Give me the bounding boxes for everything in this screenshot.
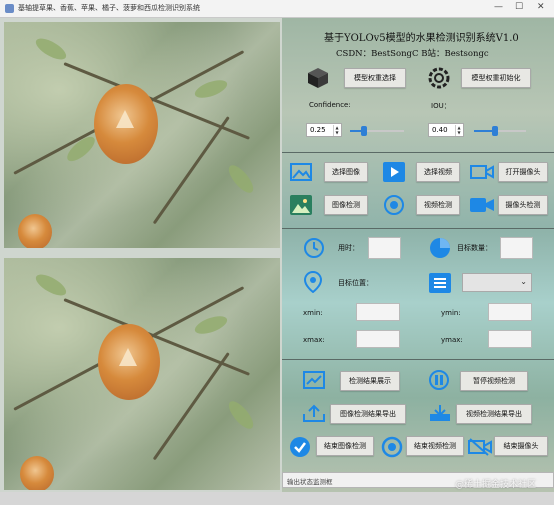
init-weight-button[interactable]: 模型权重初始化 [461,68,531,88]
status-placeholder: 输出状态监测框 [287,478,333,486]
iou-slider[interactable] [474,126,526,136]
xmin-field [356,303,400,321]
pause-icon [428,369,450,391]
play-icon [383,161,405,183]
image-detect-button[interactable]: 图像检测 [324,195,368,215]
confidence-spinbox[interactable]: 0.25 ▲ ▼ [306,123,342,137]
show-results-button[interactable]: 检测结果展示 [340,371,400,391]
gear-icon [428,67,450,89]
minimize-button[interactable]: — [494,2,503,12]
list-icon [428,272,452,294]
page-title: 基于YOLOv5模型的水果检测识别系统V1.0 [324,33,519,44]
video-detect-icon [383,194,405,216]
chart-icon [302,370,326,390]
open-camera-button[interactable]: 打开摄像头 [498,162,548,182]
watermark: @稀土掘金技术社区 [454,480,536,490]
ymin-field [488,303,532,321]
select-weight-button[interactable]: 模型权重选择 [344,68,406,88]
iou-spinbox[interactable]: 0.40 ▲ ▼ [428,123,464,137]
check-icon [288,435,312,459]
fruit [20,456,54,490]
end-video-button[interactable]: 结束视频检测 [406,436,464,456]
download-icon [428,403,452,423]
fruit [98,324,160,400]
maximize-button[interactable]: ☐ [515,2,523,12]
image-icon [290,162,312,182]
divider [282,152,554,153]
position-label: 目标位置： [338,279,373,287]
video-camera-icon [470,196,494,214]
original-image-panel [4,22,280,248]
upload-icon [302,403,326,423]
window-title: 基轴提草果、香蕉、苹果、橘子、菠萝和西瓜检测识别系统 [18,4,200,12]
ymax-field [488,330,532,348]
fruit [94,84,158,164]
confidence-slider[interactable] [350,126,404,136]
pie-chart-icon [428,236,452,260]
divider [282,228,554,229]
iou-label: IOU： [431,102,451,110]
select-video-button[interactable]: 选择视频 [416,162,460,182]
confidence-label: Confidence: [309,101,351,109]
ymin-label: ymin: [441,309,461,317]
select-image-button[interactable]: 选择图像 [324,162,368,182]
count-label: 目标数量： [457,244,492,252]
iou-value: 0.40 [432,126,448,134]
video-detect-button[interactable]: 视频检测 [416,195,460,215]
fruit [18,214,52,248]
end-image-button[interactable]: 结束图像检测 [316,436,374,456]
export-image-button[interactable]: 图像检测结果导出 [330,404,406,424]
clock-icon [302,236,326,260]
camera-detect-button[interactable]: 摄像头检测 [498,195,548,215]
spin-arrows-icon[interactable]: ▲ ▼ [333,125,340,136]
target-select[interactable]: ⌄ [462,273,532,292]
window-bottom-bar [0,492,554,505]
export-video-button[interactable]: 视频检测结果导出 [456,404,532,424]
time-label: 用时： [338,244,359,252]
count-field [500,237,533,259]
xmax-field [356,330,400,348]
ymax-label: ymax: [441,336,463,344]
cube-icon [306,66,330,90]
xmin-label: xmin: [303,309,323,317]
app-icon [5,4,14,13]
location-icon [302,270,324,294]
close-button[interactable]: ✕ [537,2,545,12]
confidence-slider-handle[interactable] [360,126,367,136]
pause-video-button[interactable]: 暂停视频检测 [460,371,528,391]
chevron-down-icon: ⌄ [520,277,527,286]
credits: CSDN：BestSongC B站：Bestsongc [336,49,489,59]
camera-icon [470,162,494,182]
xmax-label: xmax: [303,336,325,344]
spin-arrows-icon[interactable]: ▲ ▼ [455,125,462,136]
divider [282,359,554,360]
stop-icon [380,435,404,459]
result-image-panel [4,258,280,490]
confidence-value: 0.25 [310,126,326,134]
camera-off-icon [468,436,492,458]
time-field [368,237,401,259]
title-bar: 基轴提草果、香蕉、苹果、橘子、菠萝和西瓜检测识别系统 — ☐ ✕ [0,0,554,18]
iou-slider-handle[interactable] [491,126,498,136]
end-camera-button[interactable]: 结束摄像头 [494,436,548,456]
picture-icon [290,194,312,216]
